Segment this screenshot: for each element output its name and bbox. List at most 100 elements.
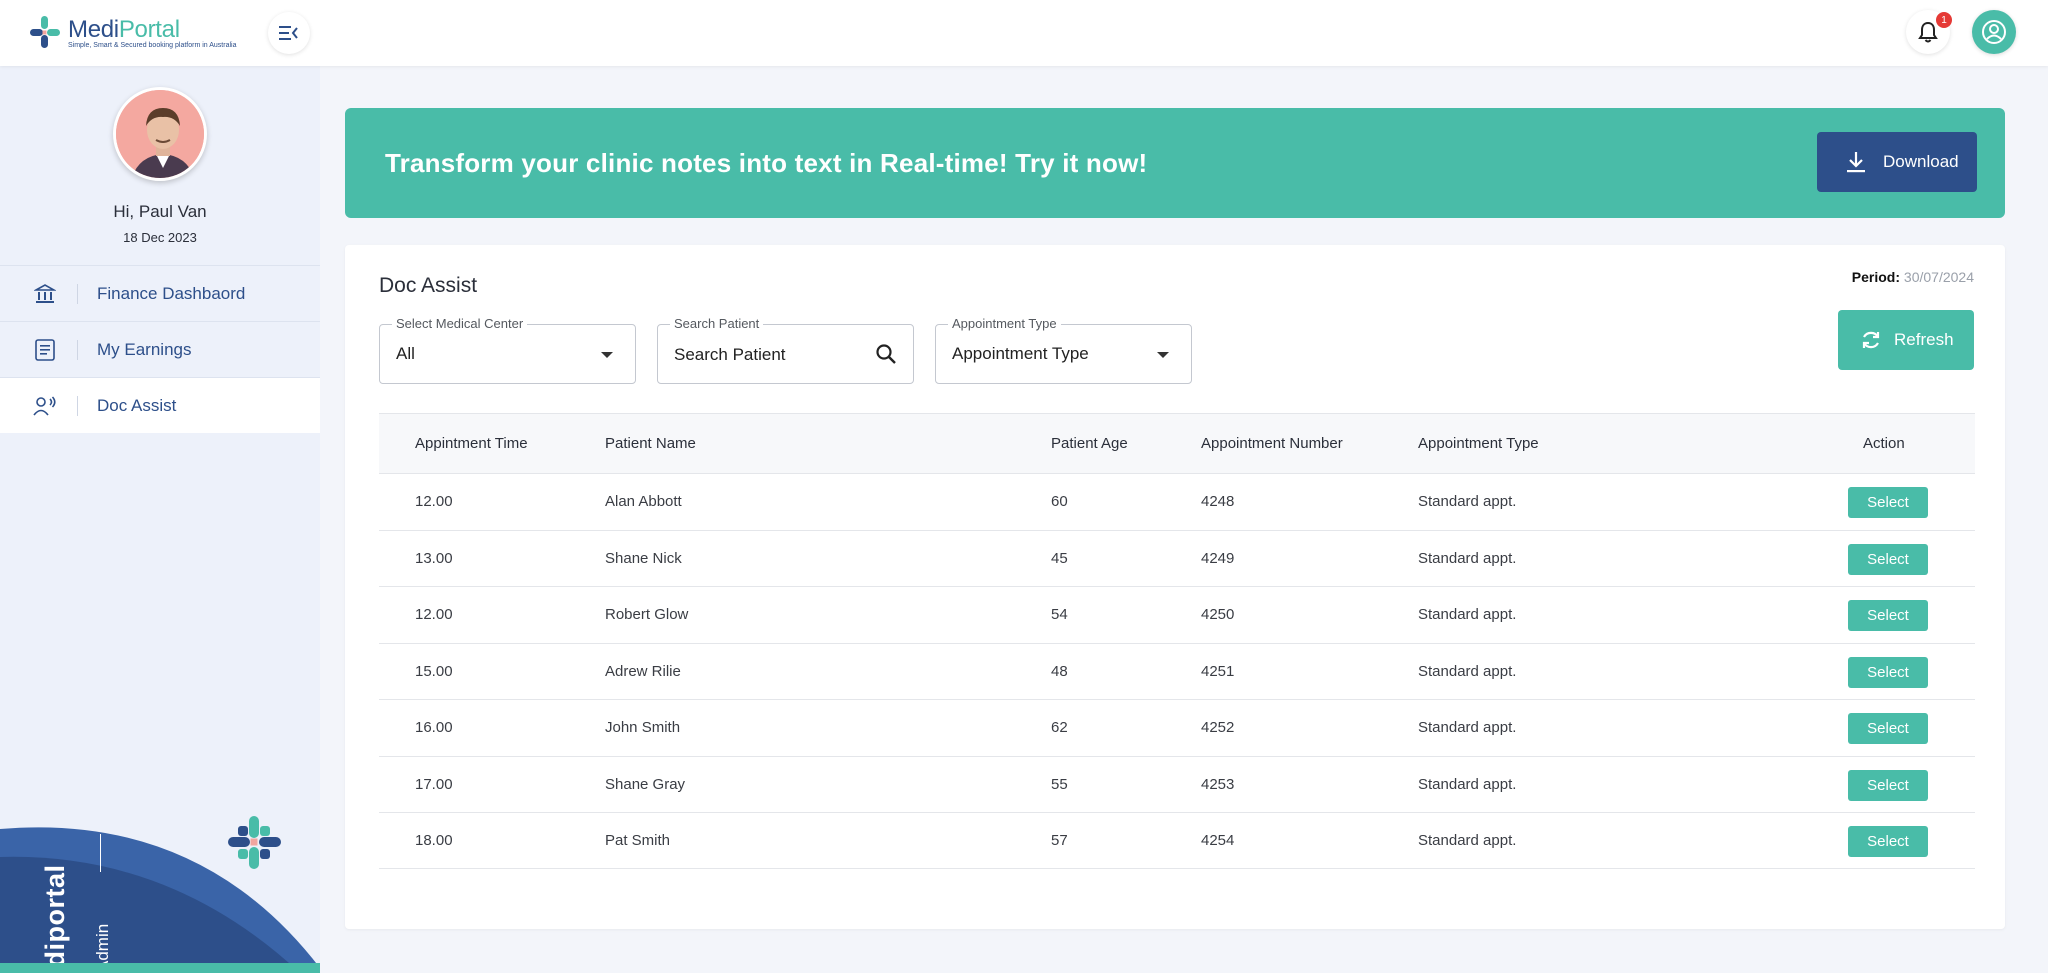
column-header: Appintment Time <box>415 435 528 452</box>
patient-age-cell: 54 <box>1051 606 1068 624</box>
select-button[interactable]: Select <box>1848 487 1928 518</box>
select-button[interactable]: Select <box>1848 600 1928 631</box>
user-greeting: Hi, Paul Van <box>113 202 207 221</box>
avatar[interactable] <box>113 87 207 181</box>
appointment-type-cell: Standard appt. <box>1418 662 1517 680</box>
column-header: Patient Name <box>605 435 696 452</box>
doc-assist-card: Doc Assist Period: 30/07/2024 Select Med… <box>345 245 2005 929</box>
notifications-button[interactable]: 1 <box>1906 10 1952 54</box>
table-row: 15.00 Adrew Rilie 48 4251 Standard appt. Sele… <box>379 642 1975 700</box>
appointment-number-cell: 4252 <box>1201 719 1235 737</box>
app-name: MediPortal <box>68 16 180 43</box>
sidebar-item-my-earnings[interactable]: My Earnings <box>0 321 320 377</box>
bell-icon <box>1918 21 1938 43</box>
download-button[interactable]: Download <box>1817 132 1977 192</box>
search-patient-field: Search Patient <box>657 316 914 384</box>
sidebar-icon-wrap <box>0 266 90 322</box>
brand-divider <box>100 834 101 872</box>
appointment-number-cell: 4254 <box>1201 831 1235 849</box>
patient-age-cell: 62 <box>1051 719 1068 737</box>
column-header: Appointment Type <box>1418 435 1539 452</box>
appointment-type-cell: Standard appt. <box>1418 493 1517 511</box>
top-bar: MediPortal Simple, Smart & Secured booki… <box>0 0 2048 66</box>
refresh-button[interactable]: Refresh <box>1838 310 1974 370</box>
appointment-time-cell: 13.00 <box>415 549 453 567</box>
appointment-time-cell: 17.00 <box>415 775 453 793</box>
appointment-type-select[interactable]: Appointment Type Appointment Type <box>935 316 1192 384</box>
search-icon[interactable] <box>875 343 897 365</box>
table-row: 16.00 John Smith 62 4252 Standard appt. Selec… <box>379 699 1975 756</box>
appointment-type-cell: Standard appt. <box>1418 831 1517 849</box>
sidebar-brand-corner: Mediportal Admin <box>0 762 320 973</box>
appointment-type-cell: Standard appt. <box>1418 775 1517 793</box>
appointment-time-cell: 12.00 <box>415 493 453 511</box>
sidebar: Hi, Paul Van 18 Dec 2023 Finance Dashbao… <box>0 66 320 973</box>
table-row: 12.00 Alan Abbott 60 4248 Standard appt. Sele… <box>379 473 1975 530</box>
select-button[interactable]: Select <box>1848 826 1928 857</box>
sidebar-item-label: My Earnings <box>97 339 192 359</box>
select-button[interactable]: Select <box>1848 543 1928 575</box>
search-patient-input[interactable] <box>674 341 854 369</box>
select-button[interactable]: Select <box>1848 656 1928 688</box>
sidebar-icon-wrap <box>0 322 90 378</box>
appointment-type-cell: Standard appt. <box>1418 719 1517 737</box>
appointment-type-label: Appointment Type <box>948 316 1061 331</box>
select-button[interactable]: Select <box>1848 713 1928 744</box>
sidebar-nav: Finance Dashbaord My Earnings Doc Assist <box>0 265 320 433</box>
sidebar-item-label: Doc Assist <box>97 395 177 415</box>
appointment-time-cell: 16.00 <box>415 719 453 737</box>
user-voice-icon <box>33 395 56 416</box>
patient-name-cell: Shane Gray <box>605 775 686 793</box>
table-row: 17.00 Shane Gray 55 4253 Standard appt. Selec… <box>379 755 1975 813</box>
patient-age-cell: 48 <box>1051 662 1068 680</box>
profile-photo-icon <box>116 90 204 178</box>
table-header: Appintment Time Patient Name Patient Age… <box>379 413 1975 473</box>
table-row: 12.00 Robert Glow 54 4250 Standard appt. Sele… <box>379 586 1975 643</box>
app-logo[interactable]: MediPortal Simple, Smart & Secured booki… <box>30 16 250 52</box>
medical-center-select[interactable]: Select Medical Center All <box>379 316 636 384</box>
column-header: Patient Age <box>1051 435 1128 452</box>
sidebar-item-label: Finance Dashbaord <box>97 283 246 303</box>
refresh-icon <box>1862 331 1880 349</box>
appointments-table: Appintment Time Patient Name Patient Age… <box>379 413 1975 869</box>
caret-down-icon <box>1157 352 1169 358</box>
sidebar-item-finance-dashboard[interactable]: Finance Dashbaord <box>0 265 320 321</box>
refresh-label: Refresh <box>1894 330 1954 349</box>
account-circle-icon <box>1982 20 2006 44</box>
patient-age-cell: 60 <box>1051 493 1068 511</box>
download-label: Download <box>1883 152 1959 171</box>
column-header: Action <box>1863 435 1905 452</box>
appointment-time-cell: 18.00 <box>415 831 453 849</box>
appointment-time-cell: 15.00 <box>415 662 453 680</box>
sidebar-icon-wrap <box>0 378 90 434</box>
download-icon <box>1847 152 1865 173</box>
bank-icon <box>34 283 56 303</box>
medical-center-label: Select Medical Center <box>392 316 528 331</box>
appointment-number-cell: 4250 <box>1201 606 1235 624</box>
table-row: 13.00 Shane Nick 45 4249 Standard appt. Selec… <box>379 529 1975 587</box>
search-patient-label: Search Patient <box>670 316 764 331</box>
table-body: 12.00 Alan Abbott 60 4248 Standard appt. Sele… <box>379 473 1975 869</box>
appointment-number-cell: 4253 <box>1201 775 1235 793</box>
promo-banner-text: Transform your clinic notes into text in… <box>385 148 1148 178</box>
patient-age-cell: 45 <box>1051 549 1068 567</box>
patient-age-cell: 55 <box>1051 775 1068 793</box>
select-button[interactable]: Select <box>1848 769 1928 801</box>
patient-name-cell: Shane Nick <box>605 549 682 567</box>
sidebar-item-doc-assist[interactable]: Doc Assist <box>0 377 320 433</box>
logo-mark-icon <box>30 16 60 48</box>
patient-name-cell: Adrew Rilie <box>605 662 681 680</box>
appointment-type-cell: Standard appt. <box>1418 606 1517 624</box>
appointment-type-cell: Standard appt. <box>1418 549 1517 567</box>
app-tagline: Simple, Smart & Secured booking platform… <box>68 42 237 49</box>
medical-center-value: All <box>396 344 415 363</box>
document-icon <box>35 338 55 361</box>
user-account-button[interactable] <box>1972 10 2016 54</box>
caret-down-icon <box>601 352 613 358</box>
patient-name-cell: John Smith <box>605 719 681 737</box>
appointment-time-cell: 12.00 <box>415 606 453 624</box>
appointment-number-cell: 4248 <box>1201 493 1235 511</box>
menu-collapse-button[interactable] <box>268 12 310 54</box>
patient-name-cell: Pat Smith <box>605 831 671 849</box>
patient-age-cell: 57 <box>1051 831 1068 849</box>
